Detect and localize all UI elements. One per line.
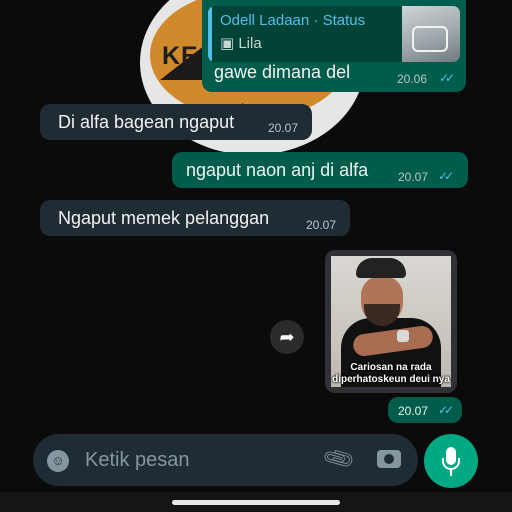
read-ticks-icon: ✓✓ <box>438 403 454 417</box>
quoted-status[interactable]: Odell Ladaan · Status ▣ Lila <box>208 6 460 62</box>
quote-thumbnail <box>402 6 460 62</box>
message-time: 20.06 <box>397 72 428 86</box>
quote-bar <box>208 6 212 62</box>
photo-caption-line1: Cariosan na rada <box>350 362 432 373</box>
incoming-message-bubble[interactable]: Ngaput memek pelanggan 20.07 <box>40 200 350 236</box>
message-input[interactable] <box>83 448 307 473</box>
message-photo[interactable]: Cariosan na rada diperhatoskeun deui nya <box>331 256 451 387</box>
incoming-message-bubble[interactable]: Di alfa bagean ngaput 20.07 <box>40 104 312 140</box>
message-time: 20.07 <box>306 218 337 232</box>
camera-icon[interactable] <box>377 450 401 468</box>
message-time: 20.07 <box>398 170 429 184</box>
message-text: Ngaput memek pelanggan <box>58 208 270 228</box>
image-message-bubble[interactable]: Cariosan na rada diperhatoskeun deui nya <box>325 250 457 393</box>
home-indicator[interactable] <box>172 500 340 505</box>
read-ticks-icon: ✓✓ <box>439 71 455 85</box>
microphone-button[interactable] <box>424 434 478 488</box>
forward-arrow-icon[interactable]: ➦ <box>270 320 304 354</box>
paperclip-icon[interactable]: 📎︎ <box>320 441 357 477</box>
read-ticks-icon: ✓✓ <box>438 169 454 183</box>
outgoing-message-bubble[interactable]: ngaput naon anj di alfa 20.07 ✓✓ <box>172 152 468 188</box>
quote-subtitle: ▣ Lila <box>220 35 262 52</box>
reply-message-bubble[interactable]: Odell Ladaan · Status ▣ Lila gawe dimana… <box>202 0 466 92</box>
photo-caption-line2: diperhatoskeun deui nya <box>332 374 450 385</box>
quote-author: Odell Ladaan · Status <box>220 12 366 29</box>
message-text: gawe dimana del <box>214 62 351 82</box>
message-text: Di alfa bagean ngaput <box>58 112 235 132</box>
message-time: 20.07 <box>398 404 429 418</box>
message-time: 20.07 <box>268 121 299 135</box>
message-composer[interactable]: ☺ 📎︎ <box>33 434 418 486</box>
image-time-bubble: 20.07 ✓✓ <box>388 397 462 423</box>
emoji-icon[interactable]: ☺ <box>47 450 69 472</box>
message-text: ngaput naon anj di alfa <box>186 160 369 180</box>
